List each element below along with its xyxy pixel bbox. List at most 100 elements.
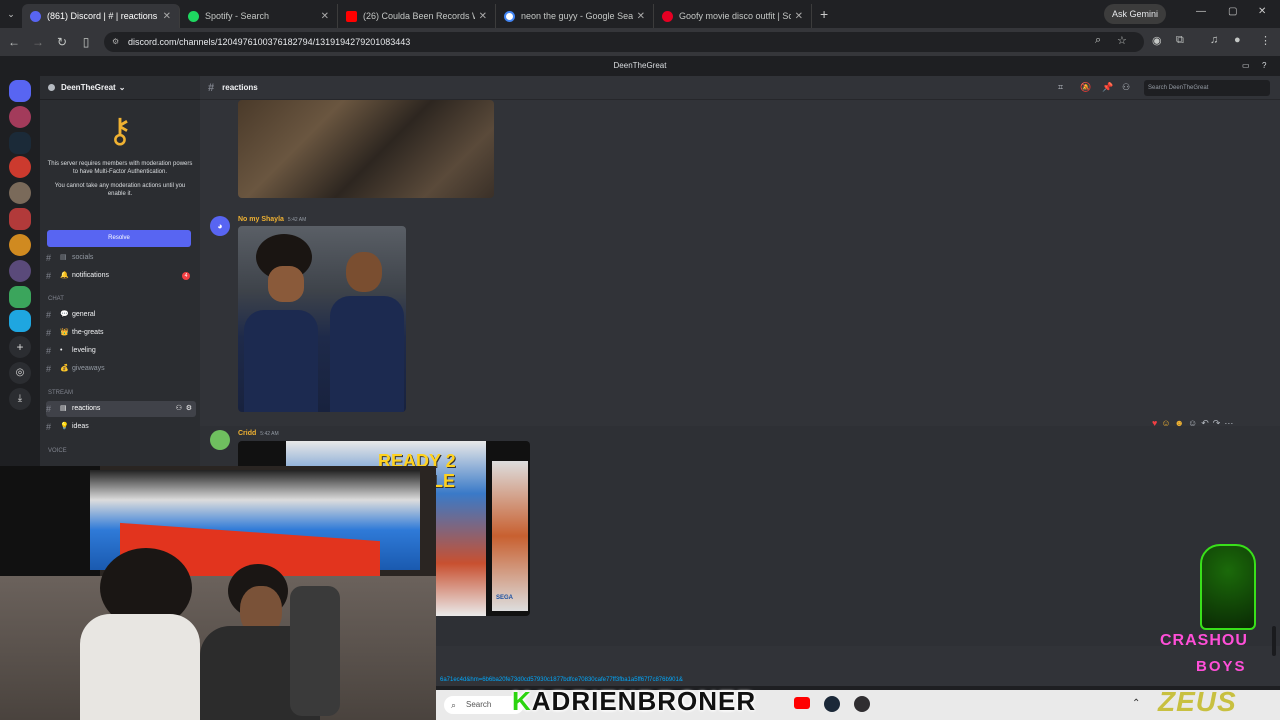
hash-icon: # bbox=[46, 346, 52, 356]
obs-app-icon[interactable] bbox=[854, 696, 870, 712]
channel-socials[interactable]: # ▤ socials bbox=[46, 250, 196, 266]
close-icon[interactable]: ✕ bbox=[479, 11, 487, 22]
server-icon[interactable] bbox=[9, 156, 31, 178]
new-tab-button[interactable]: + bbox=[820, 6, 828, 22]
bookmark-star-icon[interactable]: ☆ bbox=[1117, 34, 1127, 47]
category-stream[interactable]: STREAM bbox=[48, 390, 73, 396]
channel-header-name: reactions bbox=[222, 83, 258, 92]
chevron-up-icon[interactable]: ⌃ bbox=[1132, 698, 1140, 709]
reload-icon[interactable]: ↻ bbox=[50, 35, 74, 49]
search-icon[interactable]: ⌕ bbox=[1095, 34, 1101, 47]
server-icon[interactable] bbox=[9, 80, 31, 102]
tab-google[interactable]: neon the guyy - Google Search ✕ bbox=[496, 4, 654, 28]
server-icon[interactable] bbox=[9, 260, 31, 282]
minimize-icon[interactable]: — bbox=[1196, 6, 1206, 17]
server-icon[interactable] bbox=[9, 182, 31, 204]
channel-name: ideas bbox=[72, 423, 89, 430]
tab-spotify[interactable]: Spotify - Search ✕ bbox=[180, 4, 338, 28]
tab-discord[interactable]: (861) Discord | # | reactions ✕ bbox=[22, 4, 180, 28]
mfa-text: This server requires members with modera… bbox=[47, 161, 193, 175]
server-icon[interactable] bbox=[9, 208, 31, 230]
channel-general[interactable]: # 💬 general bbox=[46, 307, 196, 323]
message-image-top[interactable] bbox=[238, 100, 494, 198]
tab-pinterest[interactable]: Goofy movie disco outfit | Scoo ✕ bbox=[654, 4, 812, 28]
site-info-icon[interactable]: ⚙ bbox=[112, 32, 119, 52]
address-bar[interactable]: ⚙ discord.com/channels/12049761003761827… bbox=[104, 32, 1144, 52]
add-server-icon[interactable]: + bbox=[9, 336, 31, 358]
back-icon[interactable]: ← bbox=[2, 35, 26, 49]
mfa-notice: ⚷ This server requires members with mode… bbox=[46, 106, 194, 198]
inbox-icon[interactable]: ▭ bbox=[1242, 56, 1250, 76]
message-image-movie[interactable] bbox=[238, 226, 406, 412]
puzzle-icon[interactable]: ⧉ bbox=[1176, 34, 1184, 47]
youtube-app-icon[interactable] bbox=[794, 697, 810, 709]
forward-icon[interactable]: → bbox=[26, 35, 50, 49]
tab-title: Goofy movie disco outfit | Scoo bbox=[679, 11, 791, 21]
download-icon[interactable]: ⤓ bbox=[9, 388, 31, 410]
channel-name: reactions bbox=[72, 405, 101, 412]
profile-avatar-icon[interactable]: ● bbox=[1234, 34, 1241, 46]
close-icon[interactable]: ✕ bbox=[637, 11, 645, 22]
pin-icon[interactable]: 📌 bbox=[1102, 82, 1113, 93]
server-icon[interactable] bbox=[9, 310, 31, 332]
threads-icon[interactable]: ⌗ bbox=[1058, 82, 1063, 93]
channel-ideas[interactable]: # 💡 ideas bbox=[46, 419, 196, 435]
search-input[interactable]: Search DeenTheGreat bbox=[1144, 80, 1270, 96]
message-author[interactable]: No my Shayla bbox=[238, 216, 284, 223]
avatar[interactable] bbox=[210, 430, 230, 450]
avatar[interactable]: ◕ bbox=[210, 216, 230, 236]
attachment-link[interactable]: 6a71ec4d&hm=6b6ba20fe73d0cd57930c1877bdf… bbox=[440, 677, 683, 683]
close-icon[interactable]: ✕ bbox=[795, 11, 803, 22]
channel-the-greats[interactable]: # 👑 the-greats bbox=[46, 325, 196, 341]
resolve-button[interactable]: Resolve bbox=[47, 230, 191, 247]
channel-reactions[interactable]: # ▤ reactions ⚇ ⚙ bbox=[46, 401, 196, 417]
channel-leveling[interactable]: # • leveling bbox=[46, 343, 196, 359]
channel-name: giveaways bbox=[72, 365, 105, 372]
server-icon[interactable] bbox=[9, 106, 31, 128]
media-icon[interactable]: ♫ bbox=[1210, 34, 1218, 46]
tab-search-icon[interactable]: ⌄ bbox=[0, 9, 22, 20]
message-author[interactable]: Cridd bbox=[238, 430, 256, 437]
sidepanel-icon[interactable]: ▯ bbox=[74, 35, 98, 49]
server-name-header[interactable]: DeenTheGreat ⌄ ⚇ bbox=[40, 76, 230, 100]
category-voice[interactable]: VOICE bbox=[48, 448, 67, 454]
help-icon[interactable]: ? bbox=[1262, 56, 1266, 76]
tab-title: (26) Coulda Been Records WAG bbox=[363, 11, 475, 21]
server-icon[interactable] bbox=[9, 286, 31, 308]
member-list-icon[interactable]: ⚇ bbox=[1122, 82, 1130, 93]
tab-youtube[interactable]: (26) Coulda Been Records WAG ✕ bbox=[338, 4, 496, 28]
chevron-down-icon: ⌄ bbox=[118, 82, 126, 92]
cry-laugh-reaction-icon[interactable]: ☻ bbox=[1175, 418, 1184, 434]
brand-zeus-text: ZEUS bbox=[1158, 686, 1237, 717]
category-chat[interactable]: CHAT bbox=[48, 296, 64, 302]
notification-bell-icon[interactable]: 🔕 bbox=[1080, 82, 1091, 93]
laugh-reaction-icon[interactable]: ☺ bbox=[1161, 418, 1170, 434]
channel-notifications[interactable]: # 🔔 notifications 4 bbox=[46, 268, 196, 284]
webcam-overlay bbox=[0, 466, 436, 720]
window-close-icon[interactable]: ✕ bbox=[1258, 6, 1266, 17]
channel-giveaways[interactable]: # 💰 giveaways bbox=[46, 361, 196, 377]
brand-boys-text: BOYS bbox=[1196, 658, 1247, 675]
close-icon[interactable]: ✕ bbox=[163, 11, 171, 22]
channel-name: leveling bbox=[72, 347, 96, 354]
hash-icon: # bbox=[46, 422, 52, 432]
heart-reaction-icon[interactable]: ♥ bbox=[1152, 418, 1157, 434]
invite-icon[interactable]: ⚇ bbox=[176, 401, 182, 417]
channel-sidebar: DeenTheGreat ⌄ ⚇ ⚷ This server requires … bbox=[40, 76, 230, 466]
forward-icon[interactable]: ↷ bbox=[1213, 418, 1221, 434]
menu-kebab-icon[interactable]: ⋮ bbox=[1260, 34, 1271, 47]
gear-icon[interactable]: ⚙ bbox=[186, 401, 192, 417]
more-icon[interactable]: ⋯ bbox=[1224, 418, 1233, 434]
maximize-icon[interactable]: ▢ bbox=[1228, 6, 1237, 17]
reply-icon[interactable]: ↶ bbox=[1201, 418, 1209, 434]
discover-icon[interactable]: ◎ bbox=[9, 362, 31, 384]
discord-favicon-icon bbox=[30, 10, 41, 22]
extension-icon[interactable]: ◉ bbox=[1152, 34, 1162, 47]
ask-gemini-button[interactable]: Ask Gemini bbox=[1104, 4, 1167, 24]
server-icon[interactable] bbox=[9, 234, 31, 256]
close-icon[interactable]: ✕ bbox=[321, 11, 329, 22]
add-reaction-icon[interactable]: ☺ bbox=[1188, 418, 1197, 434]
steam-app-icon[interactable] bbox=[824, 696, 840, 712]
server-icon[interactable] bbox=[9, 132, 31, 154]
channel-emoji: 🔔 bbox=[60, 272, 69, 279]
